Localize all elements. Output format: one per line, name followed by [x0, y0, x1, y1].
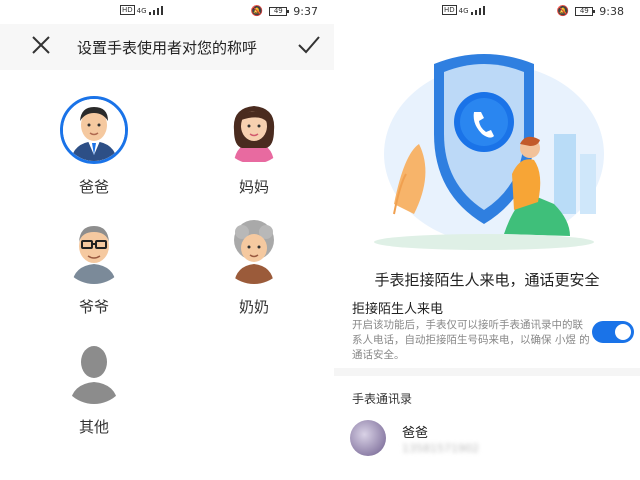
feature-headline: 手表拒接陌生人来电，通话更安全 — [334, 264, 640, 296]
setting-description: 开启该功能后，手表仅可以接听手表通讯录中的联系人电话，自动拒接陌生号码来电，以确… — [352, 319, 590, 361]
mute-icon: 🔕 — [250, 6, 264, 17]
right-screen: HD 4G 🔕 49 9:38 手表拒接陌生人来电，通话更安全 拒接陌生人来电 … — [334, 0, 640, 480]
battery-icon: 49 — [269, 7, 290, 16]
dad-avatar-icon — [60, 96, 128, 164]
toolbar: 设置手表使用者对您的称呼 — [0, 24, 334, 70]
contact-phone: 13581571902 — [402, 442, 479, 455]
reject-strangers-toggle[interactable] — [592, 321, 634, 343]
avatar-option-mom[interactable]: 妈妈 — [194, 96, 314, 197]
avatar-label: 妈妈 — [238, 178, 269, 196]
avatar-label: 爷爷 — [78, 298, 109, 316]
confirm-check-icon[interactable] — [296, 32, 322, 58]
avatar-label: 其他 — [78, 418, 109, 436]
hd-badge: HD — [442, 5, 457, 15]
avatar-option-dad[interactable]: 爸爸 — [34, 96, 154, 197]
left-screen: HD 4G 🔕 49 9:37 设置手表使用者对您的称呼 爸爸 妈妈 爷爷 奶奶… — [0, 0, 334, 480]
contact-avatar — [350, 420, 386, 456]
avatar-option-other[interactable]: 其他 — [34, 336, 154, 437]
watch-contacts-section: 手表通讯录 爸爸 13581571902 — [334, 376, 640, 480]
avatar-option-grandma[interactable]: 奶奶 — [194, 216, 314, 317]
contact-list-item[interactable]: 爸爸 13581571902 — [350, 420, 640, 460]
avatar-option-grandpa[interactable]: 爷爷 — [34, 216, 154, 317]
status-time: 9:38 — [599, 5, 624, 18]
grandma-avatar-icon — [220, 216, 288, 284]
page-title: 设置手表使用者对您的称呼 — [76, 39, 257, 57]
grandpa-avatar-icon — [60, 216, 128, 284]
status-bar: HD 4G 🔕 49 9:38 — [334, 0, 640, 24]
contact-name: 爸爸 — [402, 426, 429, 441]
setting-title: 拒接陌生人来电 — [352, 302, 444, 317]
network-type: 4G — [458, 7, 469, 15]
status-bar: HD 4G 🔕 49 9:37 — [0, 0, 334, 24]
security-illustration — [334, 24, 640, 264]
signal-icon: HD 4G — [120, 5, 163, 15]
mute-icon: 🔕 — [556, 6, 570, 17]
mom-avatar-icon — [220, 96, 288, 164]
default-person-icon — [60, 336, 128, 404]
reject-strangers-setting: 拒接陌生人来电 开启该功能后，手表仅可以接听手表通讯录中的联系人电话，自动拒接陌… — [334, 296, 640, 368]
signal-icon: HD 4G — [442, 5, 485, 15]
avatar-label: 奶奶 — [238, 298, 269, 316]
toggle-knob — [615, 324, 631, 340]
avatar-label: 爸爸 — [78, 178, 109, 196]
contacts-section-title: 手表通讯录 — [352, 392, 413, 406]
hd-badge: HD — [120, 5, 135, 15]
battery-icon: 49 — [575, 7, 596, 16]
status-time: 9:37 — [293, 5, 318, 18]
network-type: 4G — [136, 7, 147, 15]
